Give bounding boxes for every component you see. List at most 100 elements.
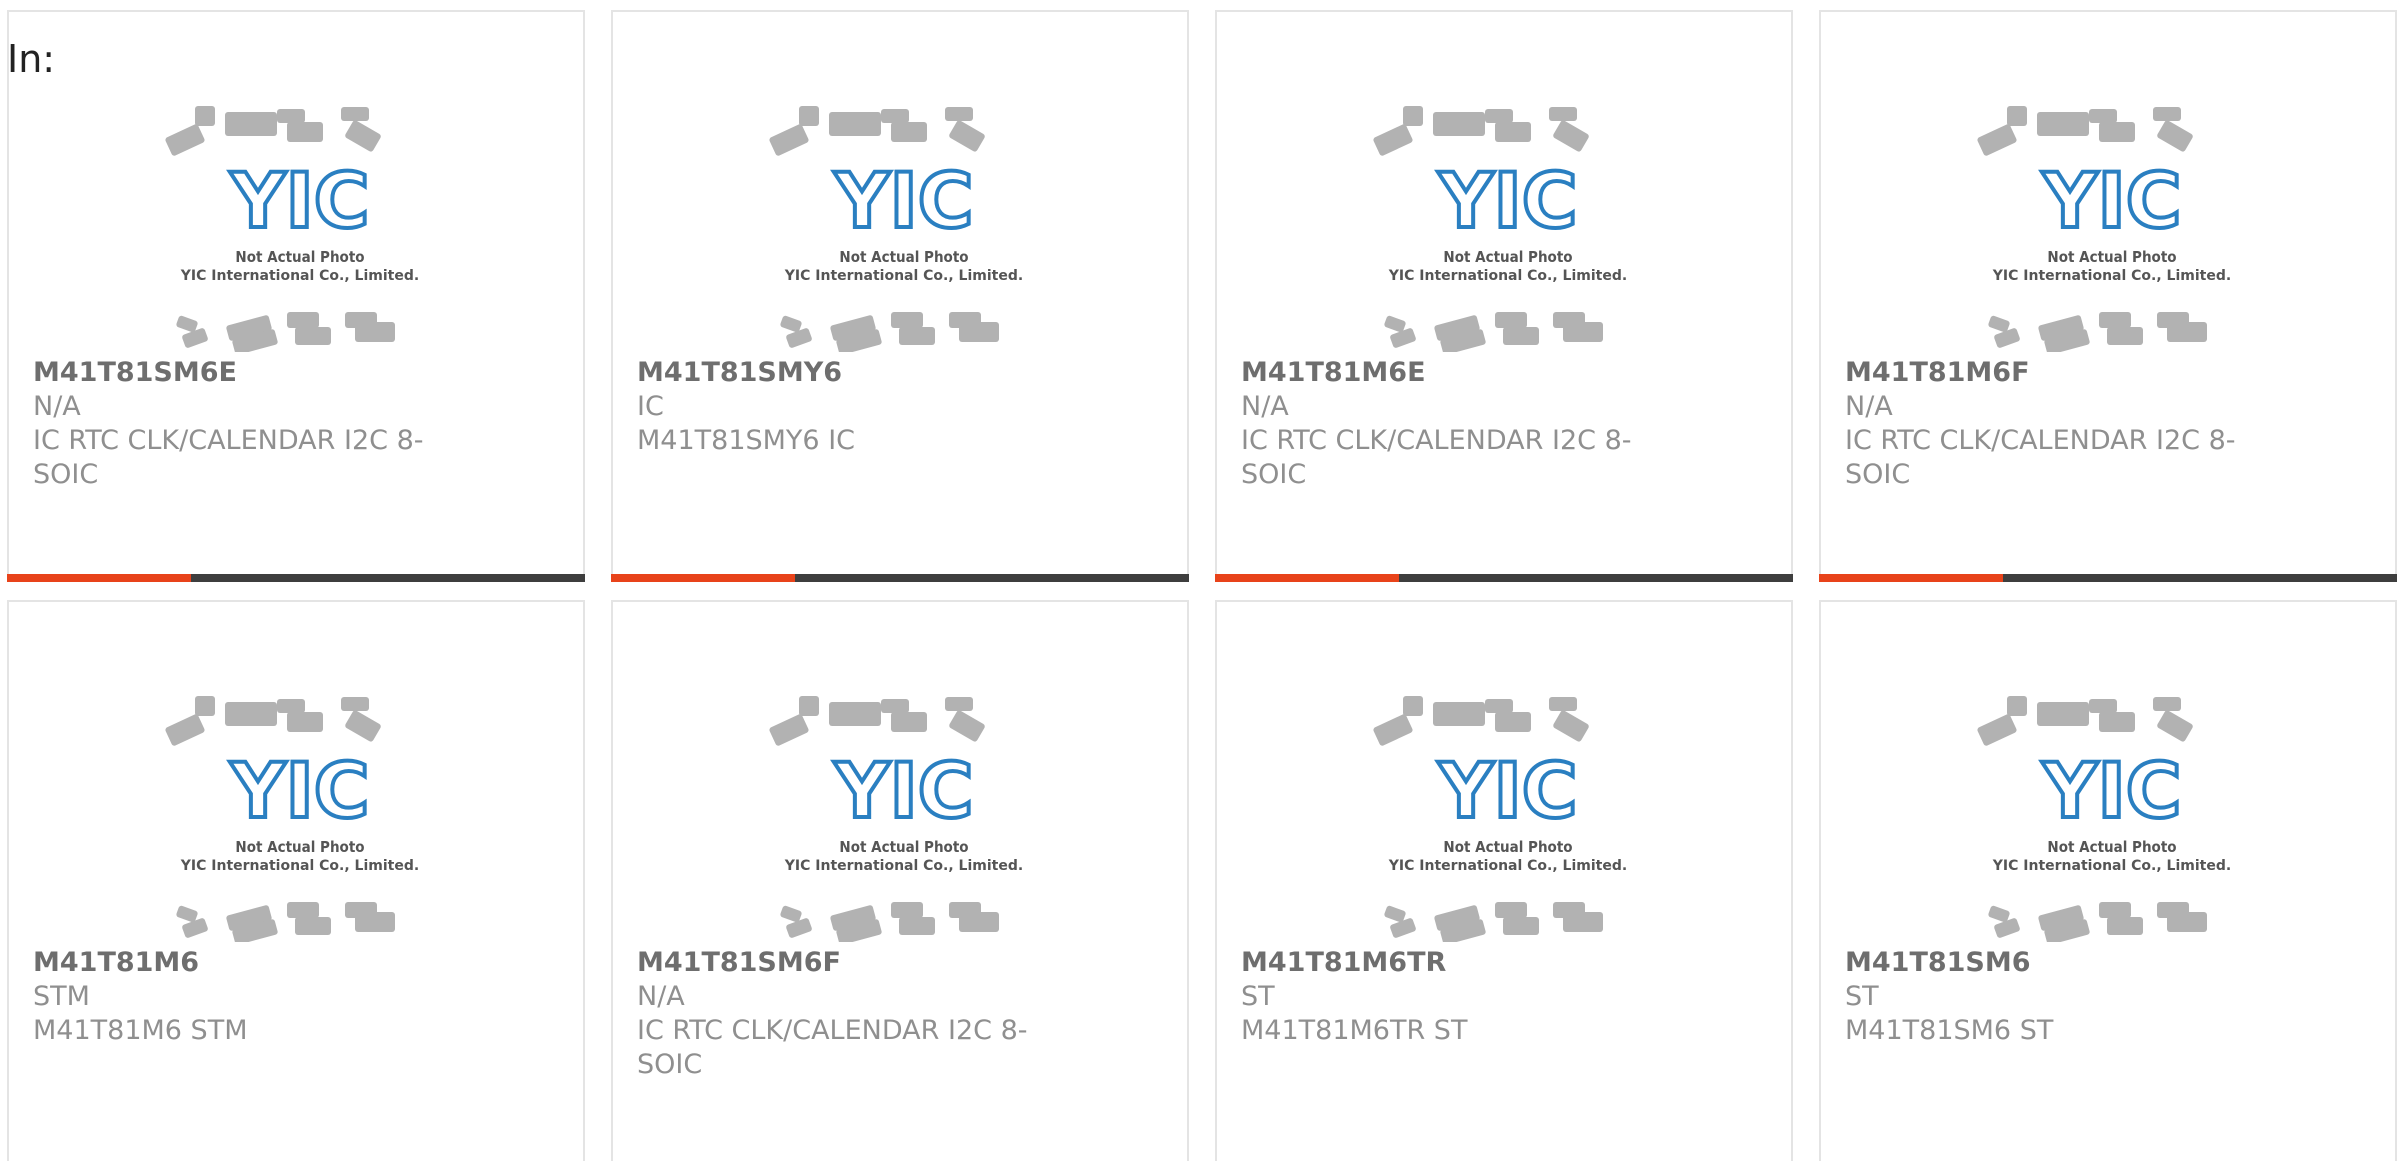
chip-icon	[2007, 696, 2027, 716]
product-card[interactable]: YIC Not Actual Photo YIC International Co.…	[1819, 600, 2397, 1161]
chip-icon	[2157, 120, 2193, 152]
chip-icon	[1485, 109, 1513, 123]
chip-icon	[959, 322, 999, 342]
chip-icon	[1549, 697, 1577, 711]
company-caption: YIC International Co., Limited.	[1388, 858, 1627, 874]
company-caption: YIC International Co., Limited.	[1992, 858, 2231, 874]
part-number[interactable]: M41T81SM6	[1845, 946, 2245, 980]
chip-icon	[195, 106, 215, 126]
not-actual-photo-image: YIC Not Actual Photo YIC International Co.…	[1373, 106, 1627, 352]
chip-icon	[1384, 905, 1406, 923]
chip-icon	[2099, 122, 2135, 142]
chip-icon	[176, 905, 198, 923]
chip-icon	[959, 912, 999, 932]
product-card[interactable]: YIC Not Actual Photo YIC International Co.…	[1819, 10, 2397, 582]
chip-icon	[2007, 106, 2027, 126]
chip-icon	[287, 312, 319, 328]
chip-icon	[1553, 710, 1589, 742]
not-actual-photo-image: YIC Not Actual Photo YIC International Co.…	[165, 696, 419, 942]
chip-icon	[2037, 112, 2089, 136]
product-card[interactable]: YIC Not Actual Photo YIC International Co.…	[1215, 10, 1793, 582]
chip-icon	[277, 699, 305, 713]
not-actual-photo-caption: Not Actual Photo	[235, 248, 364, 266]
not-actual-photo-image: YIC Not Actual Photo YIC International Co.…	[769, 106, 1023, 352]
product-photo: YIC Not Actual Photo YIC International Co.…	[1373, 102, 1643, 352]
yic-logo: YIC	[833, 746, 973, 835]
not-actual-photo-image: YIC Not Actual Photo YIC International Co.…	[1977, 696, 2231, 942]
chip-icon	[769, 124, 809, 156]
company-caption: YIC International Co., Limited.	[784, 268, 1023, 284]
chip-icon	[225, 702, 277, 726]
description: M41T81SM6 ST	[1845, 1015, 2054, 1046]
not-actual-photo-caption: Not Actual Photo	[839, 838, 968, 856]
chip-icon	[891, 312, 923, 328]
chip-icon	[1977, 124, 2017, 156]
product-info: M41T81M6 STM M41T81M6 STM	[33, 946, 433, 1048]
chip-icon	[1495, 312, 1527, 328]
chip-icon	[1485, 699, 1513, 713]
chip-icon	[2099, 712, 2135, 732]
card-bottom-bar	[7, 574, 585, 582]
chip-icon	[1495, 122, 1531, 142]
brand: ST	[1241, 981, 1275, 1012]
product-photo: YIC Not Actual Photo YIC International Co.…	[1373, 692, 1643, 942]
chip-icon	[345, 120, 381, 152]
chip-icon	[1495, 712, 1531, 732]
product-card[interactable]: YIC Not Actual Photo YIC International Co.…	[7, 600, 585, 1161]
brand: N/A	[1241, 391, 1289, 422]
in-label: In:	[7, 37, 56, 81]
chip-icon	[2099, 902, 2131, 918]
company-caption: YIC International Co., Limited.	[1388, 268, 1627, 284]
chip-icon	[355, 912, 395, 932]
chip-icon	[1988, 905, 2010, 923]
card-bottom-bar	[611, 574, 1189, 582]
yic-logo: YIC	[229, 156, 369, 245]
chip-icon	[1503, 327, 1539, 345]
chip-icon	[2153, 107, 2181, 121]
chip-icon	[2037, 702, 2089, 726]
part-number[interactable]: M41T81M6TR	[1241, 946, 1641, 980]
chip-icon	[2153, 697, 2181, 711]
chip-icon	[881, 109, 909, 123]
chip-icon	[1977, 714, 2017, 746]
chip-icon	[277, 109, 305, 123]
part-number[interactable]: M41T81M6F	[1845, 356, 2245, 390]
product-card[interactable]: YIC Not Actual Photo YIC International Co.…	[611, 600, 1189, 1161]
product-info: M41T81M6TR ST M41T81M6TR ST	[1241, 946, 1641, 1048]
chip-icon	[2157, 710, 2193, 742]
card-bottom-bar	[1215, 574, 1793, 582]
chip-icon	[945, 697, 973, 711]
company-caption: YIC International Co., Limited.	[1992, 268, 2231, 284]
not-actual-photo-caption: Not Actual Photo	[839, 248, 968, 266]
part-number[interactable]: M41T81SM6E	[33, 356, 433, 390]
product-card[interactable]: YIC Not Actual Photo YIC International Co.…	[611, 10, 1189, 582]
chip-icon	[1403, 106, 1423, 126]
chip-icon	[1403, 696, 1423, 716]
brand: N/A	[1845, 391, 1893, 422]
not-actual-photo-caption: Not Actual Photo	[235, 838, 364, 856]
chip-icon	[2089, 699, 2117, 713]
chip-icon	[1549, 107, 1577, 121]
chip-icon	[1373, 714, 1413, 746]
chip-icon	[891, 122, 927, 142]
chip-icon	[2089, 109, 2117, 123]
product-card[interactable]: YIC Not Actual Photo YIC International Co.…	[1215, 600, 1793, 1161]
chip-icon	[287, 122, 323, 142]
part-number[interactable]: M41T81M6	[33, 946, 433, 980]
part-number[interactable]: M41T81M6E	[1241, 356, 1641, 390]
brand: N/A	[637, 981, 685, 1012]
not-actual-photo-caption: Not Actual Photo	[1443, 248, 1572, 266]
yic-logo: YIC	[1437, 156, 1577, 245]
chip-icon	[799, 106, 819, 126]
chip-icon	[1495, 902, 1527, 918]
part-number[interactable]: M41T81SM6F	[637, 946, 1037, 980]
product-card[interactable]: YIC Not Actual Photo YIC International Co.…	[7, 10, 585, 582]
chip-icon	[2107, 327, 2143, 345]
product-info: M41T81SMY6 IC M41T81SMY6 IC	[637, 356, 1037, 458]
chip-icon	[769, 714, 809, 746]
company-caption: YIC International Co., Limited.	[180, 268, 419, 284]
chip-icon	[780, 905, 802, 923]
chip-icon	[341, 107, 369, 121]
product-info: M41T81SM6F N/A IC RTC CLK/CALENDAR I2C 8…	[637, 946, 1037, 1082]
part-number[interactable]: M41T81SMY6	[637, 356, 1037, 390]
